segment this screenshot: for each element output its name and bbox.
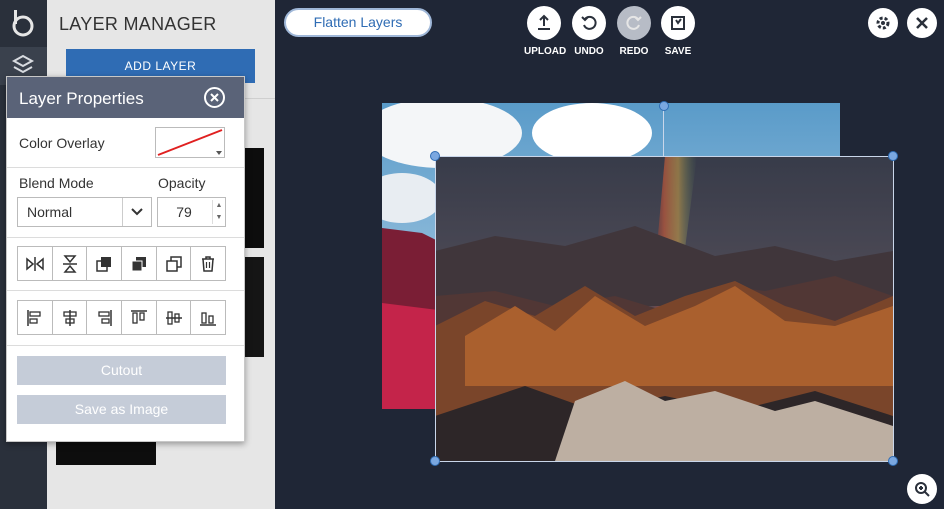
layer-thumbnail[interactable] <box>244 257 264 357</box>
settings-icon[interactable] <box>868 8 898 38</box>
selection-box <box>435 156 894 462</box>
resize-handle-top-right[interactable] <box>888 151 898 161</box>
align-toolbar <box>17 300 226 335</box>
align-right-icon[interactable] <box>87 301 123 334</box>
transform-toolbar <box>17 246 226 281</box>
dialog-header: Layer Properties <box>7 77 244 118</box>
rotate-handle[interactable] <box>659 101 669 111</box>
blend-mode-select[interactable]: Normal <box>17 197 152 227</box>
chevron-down-icon[interactable] <box>122 198 151 226</box>
align-top-icon[interactable] <box>122 301 157 334</box>
rotate-line <box>663 106 664 156</box>
blend-mode-label: Blend Mode <box>19 175 94 191</box>
opacity-label: Opacity <box>158 175 206 191</box>
save-tool[interactable]: SAVE <box>658 6 698 57</box>
opacity-stepper[interactable]: 79 ▲ ▼ <box>157 197 226 227</box>
zoom-in-icon[interactable] <box>907 474 937 504</box>
resize-handle-top-left[interactable] <box>430 151 440 161</box>
divider <box>7 290 244 291</box>
divider <box>7 167 244 168</box>
divider <box>7 237 244 238</box>
resize-handle-bottom-right[interactable] <box>888 456 898 466</box>
align-middle-vertical-icon[interactable] <box>156 301 192 334</box>
dialog-title: Layer Properties <box>19 89 144 108</box>
opacity-value: 79 <box>176 204 192 220</box>
undo-tool[interactable]: UNDO <box>569 6 609 57</box>
flatten-layers-button[interactable]: Flatten Layers <box>284 8 432 37</box>
save-as-image-button[interactable]: Save as Image <box>17 395 226 424</box>
send-backward-icon[interactable] <box>122 247 157 280</box>
trash-icon[interactable] <box>191 247 226 280</box>
align-left-icon[interactable] <box>18 301 53 334</box>
resize-handle-bottom-left[interactable] <box>430 456 440 466</box>
color-overlay-label: Color Overlay <box>19 135 105 151</box>
bring-forward-icon[interactable] <box>87 247 123 280</box>
redo-label: REDO <box>619 46 649 57</box>
close-icon[interactable] <box>907 8 937 38</box>
redo-icon[interactable] <box>617 6 651 40</box>
layer-thumbnail[interactable] <box>56 440 156 465</box>
duplicate-icon[interactable] <box>156 247 192 280</box>
align-bottom-icon[interactable] <box>191 301 226 334</box>
color-overlay-swatch[interactable] <box>155 127 225 158</box>
save-icon[interactable] <box>661 6 695 40</box>
cutout-button[interactable]: Cutout <box>17 356 226 385</box>
align-center-horizontal-icon[interactable] <box>52 301 88 334</box>
flip-horizontal-icon[interactable] <box>18 247 53 280</box>
undo-icon[interactable] <box>572 6 606 40</box>
layer-properties-dialog: Layer Properties Color Overlay Blend Mod… <box>6 76 245 442</box>
layer-thumbnail[interactable] <box>244 148 264 248</box>
close-dialog-icon[interactable] <box>204 87 225 108</box>
stepper-arrows-icon[interactable]: ▲ ▼ <box>212 200 225 224</box>
upload-label: UPLOAD <box>524 46 567 57</box>
undo-label: UNDO <box>574 46 604 57</box>
redo-tool[interactable]: REDO <box>614 6 654 57</box>
upload-icon[interactable] <box>527 6 561 40</box>
blend-mode-value: Normal <box>27 204 73 220</box>
divider <box>7 345 244 346</box>
app-logo-icon[interactable] <box>8 8 38 38</box>
upload-tool[interactable]: UPLOAD <box>524 6 567 57</box>
flip-vertical-icon[interactable] <box>52 247 88 280</box>
layer-manager-title: LAYER MANAGER <box>59 14 217 34</box>
save-label: SAVE <box>664 46 692 57</box>
